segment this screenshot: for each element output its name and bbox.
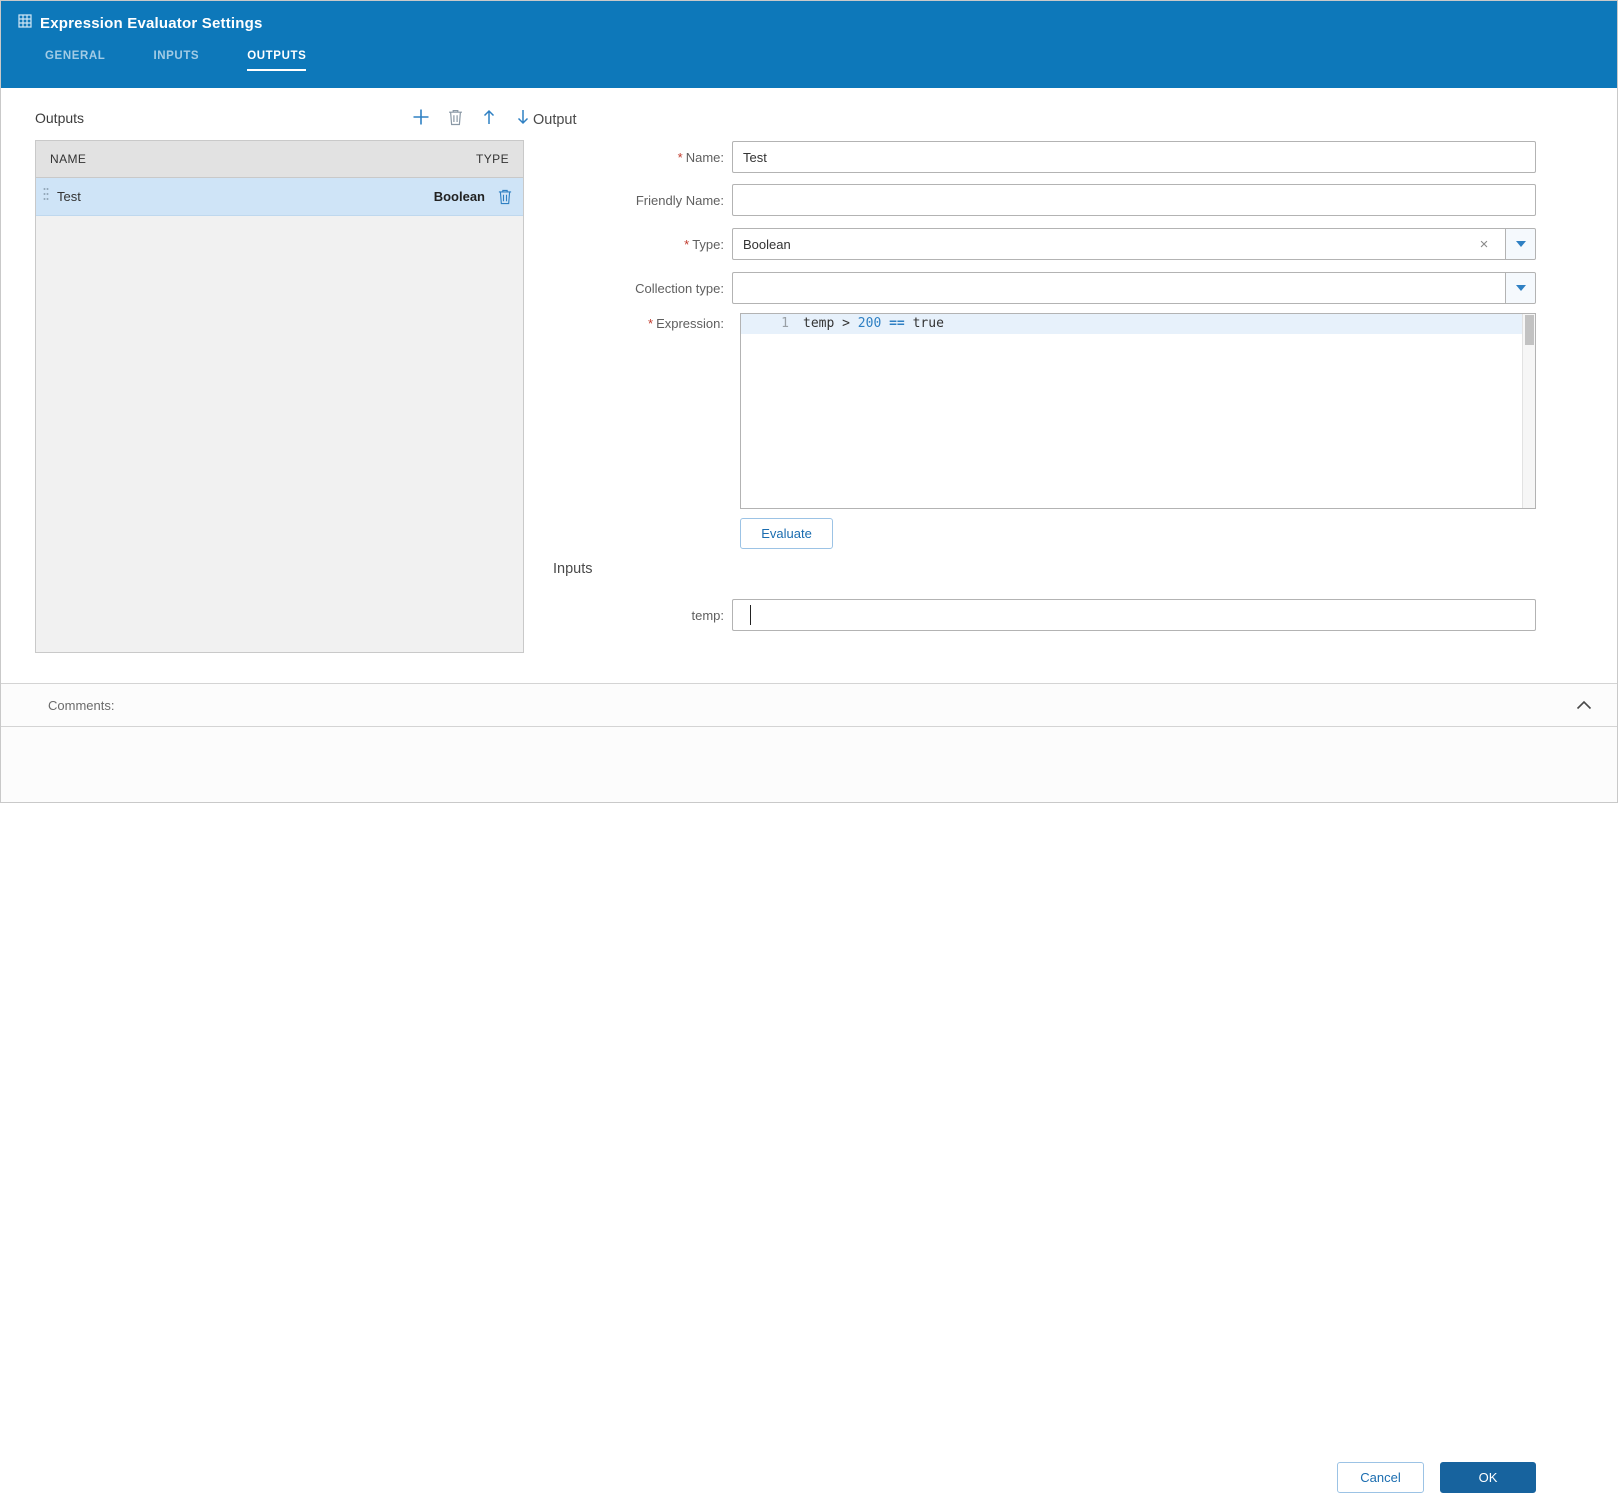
tab-inputs[interactable]: INPUTS <box>153 50 199 71</box>
output-section-title: Output <box>533 112 577 128</box>
collection-type-field-label: Collection type: <box>635 280 724 296</box>
code-token: true <box>912 316 944 331</box>
expression-evaluator-settings-dialog: { "colors": { "header_bg": "#0d78ba", "a… <box>0 0 1618 1493</box>
output-row-name: Test <box>57 189 81 204</box>
code-token: > <box>842 316 858 331</box>
move-up-button[interactable] <box>478 106 500 128</box>
delete-output-button[interactable] <box>444 106 466 128</box>
type-select[interactable]: Boolean × <box>732 228 1536 260</box>
required-marker: * <box>677 149 683 165</box>
outputs-panel-title: Outputs <box>35 110 85 126</box>
friendly-name-field-label: Friendly Name: <box>635 192 724 208</box>
output-row-type: Boolean <box>433 189 485 204</box>
temp-field-row: temp: <box>540 599 1536 631</box>
ok-button[interactable]: OK <box>1440 1462 1536 1493</box>
window-title: Expression Evaluator Settings <box>40 15 263 32</box>
move-down-button[interactable] <box>512 106 534 128</box>
tab-outputs[interactable]: OUTPUTS <box>247 50 307 71</box>
tab-bar: GENERAL INPUTS OUTPUTS <box>45 50 307 71</box>
name-field-label: * Name: <box>677 149 724 165</box>
collection-type-select[interactable] <box>732 272 1536 304</box>
comments-label: Comments: <box>48 697 115 713</box>
collection-type-dropdown-button[interactable] <box>1505 273 1535 303</box>
temp-field-label: temp: <box>691 607 724 623</box>
line-number: 1 <box>781 316 789 331</box>
chevron-down-icon <box>1515 241 1526 247</box>
type-dropdown-button[interactable] <box>1505 229 1535 259</box>
scrollbar-thumb[interactable] <box>1525 315 1534 345</box>
grid-icon <box>18 14 32 33</box>
column-header-type: TYPE <box>476 152 509 166</box>
outputs-list: NAME TYPE Test Boolean <box>35 140 524 653</box>
type-field-label: * Type: <box>684 236 724 252</box>
code-line: 1 temp > 200 == true <box>741 314 1535 334</box>
column-header-name: NAME <box>50 152 87 166</box>
comments-bar: Comments: <box>0 683 1618 727</box>
tab-general[interactable]: GENERAL <box>45 50 105 71</box>
clear-icon[interactable]: × <box>1473 229 1495 259</box>
collapse-comments-button[interactable] <box>1576 700 1592 710</box>
collection-type-field-row: Collection type: <box>540 272 1536 304</box>
friendly-name-input[interactable] <box>732 184 1536 216</box>
required-marker: * <box>684 236 690 252</box>
code-token: temp <box>803 316 843 331</box>
name-field-row: * Name: <box>540 141 1536 173</box>
outputs-toolbar <box>410 104 534 130</box>
dialog-footer: Cancel OK <box>0 727 1618 1493</box>
code-token: 200 <box>857 316 890 331</box>
dialog-header: Expression Evaluator Settings GENERAL IN… <box>0 0 1618 88</box>
drag-handle-icon[interactable] <box>42 187 50 206</box>
chevron-down-icon <box>1515 285 1526 291</box>
name-input[interactable] <box>732 141 1536 173</box>
expression-code-editor[interactable]: 1 temp > 200 == true <box>740 313 1536 509</box>
inputs-section-title: Inputs <box>553 561 593 577</box>
text-cursor <box>750 605 751 625</box>
row-delete-icon[interactable] <box>497 188 513 205</box>
type-field-row: * Type: Boolean × <box>540 228 1536 260</box>
type-select-value: Boolean <box>743 236 791 252</box>
friendly-name-field-row: Friendly Name: <box>540 184 1536 216</box>
expression-field-label: * Expression: <box>648 315 724 331</box>
code-token: == <box>889 316 913 331</box>
temp-input[interactable] <box>732 599 1536 631</box>
editor-scrollbar[interactable] <box>1522 314 1535 508</box>
required-marker: * <box>648 315 654 331</box>
output-list-row[interactable]: Test Boolean <box>36 178 523 216</box>
cancel-button[interactable]: Cancel <box>1337 1462 1424 1493</box>
evaluate-button[interactable]: Evaluate <box>740 518 833 549</box>
add-output-button[interactable] <box>410 106 432 128</box>
title-row: Expression Evaluator Settings <box>18 14 263 33</box>
outputs-list-header: NAME TYPE <box>36 141 523 178</box>
